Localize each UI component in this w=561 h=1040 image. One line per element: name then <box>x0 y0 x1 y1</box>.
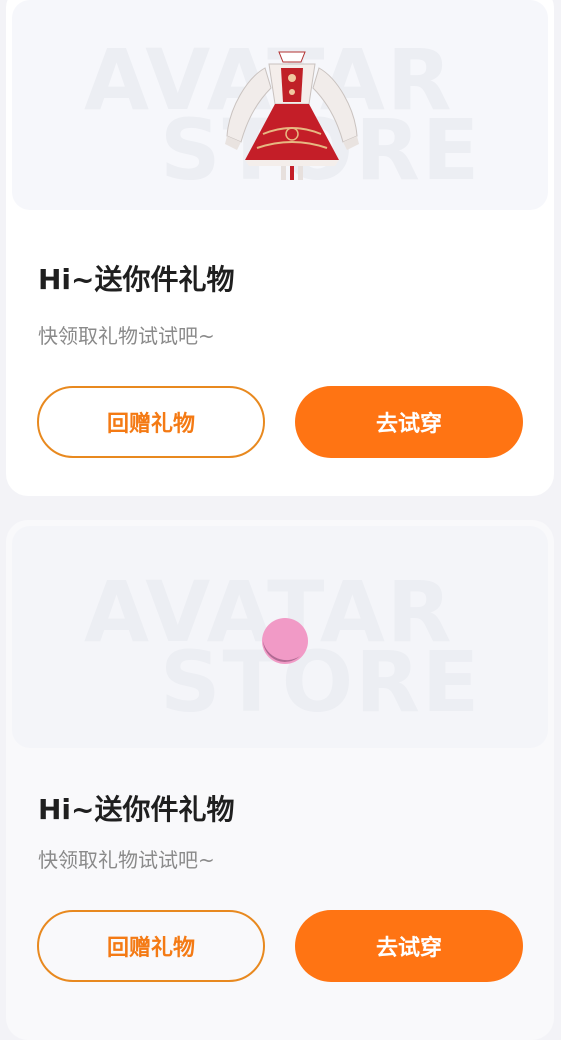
try-on-button[interactable]: 去试穿 <box>295 910 523 982</box>
gift-subtitle: 快领取礼物试试吧~ <box>38 848 215 872</box>
return-gift-button[interactable]: 回赠礼物 <box>37 386 265 458</box>
gift-card-2: AVATAR STORE Hi~送你件礼物 快领取礼物试试吧~ 回赠礼物 去试穿 <box>6 520 554 1040</box>
loading-spinner-icon <box>262 618 308 664</box>
gift-banner: AVATAR STORE <box>12 0 548 210</box>
gift-banner: AVATAR STORE <box>12 526 548 748</box>
gift-title: Hi~送你件礼物 <box>38 793 235 826</box>
return-gift-button[interactable]: 回赠礼物 <box>37 910 265 982</box>
red-dress-image <box>225 51 359 180</box>
gift-subtitle: 快领取礼物试试吧~ <box>38 324 215 348</box>
gift-title: Hi~送你件礼物 <box>38 263 235 296</box>
watermark-store: STORE <box>160 633 482 731</box>
try-on-button[interactable]: 去试穿 <box>295 386 523 458</box>
gift-card-1: AVATAR STORE Hi~送你件礼物 快领取 <box>6 0 554 496</box>
